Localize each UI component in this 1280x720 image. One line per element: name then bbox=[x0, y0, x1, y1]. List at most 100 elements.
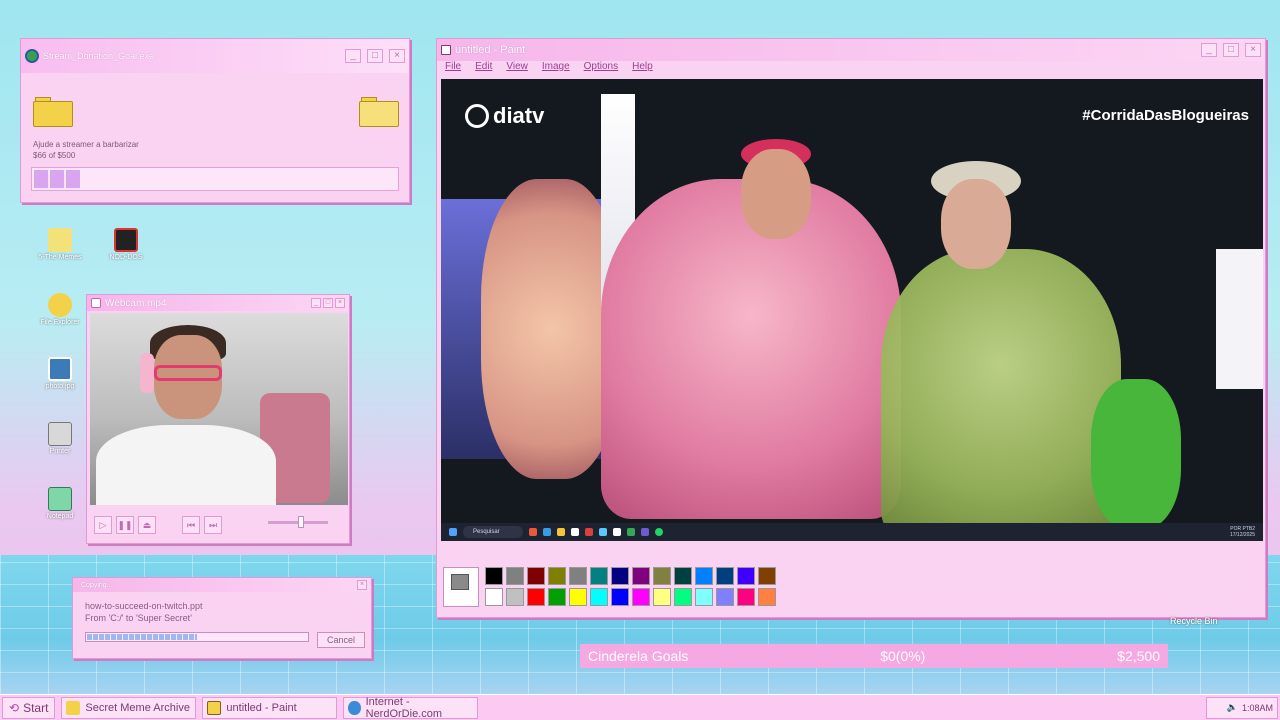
menu-view[interactable]: View bbox=[506, 61, 528, 77]
color-swatch[interactable] bbox=[632, 588, 650, 606]
close-button[interactable]: × bbox=[357, 580, 367, 590]
copy-titlebar[interactable]: Copying... × bbox=[73, 578, 371, 592]
goal-target: $2,500 bbox=[1117, 648, 1160, 664]
close-button[interactable]: × bbox=[335, 298, 345, 308]
maximize-button[interactable]: □ bbox=[367, 49, 383, 63]
webcam-titlebar[interactable]: Webcam.mp4 _ □ × bbox=[87, 295, 349, 311]
color-swatch[interactable] bbox=[653, 588, 671, 606]
color-swatch[interactable] bbox=[695, 567, 713, 585]
color-swatch[interactable] bbox=[758, 588, 776, 606]
color-swatch[interactable] bbox=[611, 588, 629, 606]
globe-icon bbox=[348, 700, 361, 715]
copy-file-name: how-to-succeed-on-twitch.ppt bbox=[85, 601, 203, 611]
donation-progress-fill bbox=[34, 170, 82, 188]
current-color-box[interactable] bbox=[443, 567, 479, 607]
maximize-button[interactable]: □ bbox=[1223, 43, 1239, 57]
app-icon bbox=[529, 528, 537, 536]
app-icon bbox=[543, 528, 551, 536]
color-swatch[interactable] bbox=[716, 588, 734, 606]
next-button[interactable]: ⏭ bbox=[204, 516, 222, 534]
window-title: Webcam.mp4 bbox=[105, 297, 167, 309]
minimize-button[interactable]: _ bbox=[345, 49, 361, 63]
color-swatch[interactable] bbox=[527, 567, 545, 585]
menu-image[interactable]: Image bbox=[542, 61, 570, 77]
menu-file[interactable]: File bbox=[445, 61, 461, 77]
recycle-bin-label[interactable]: Recycle Bin bbox=[1170, 616, 1218, 626]
menu-edit[interactable]: Edit bbox=[475, 61, 492, 77]
goals-bar: Cinderela Goals $0(0%) $2,500 bbox=[580, 644, 1168, 668]
app-icon bbox=[627, 528, 635, 536]
app-icon bbox=[613, 528, 621, 536]
play-button[interactable]: ▷ bbox=[94, 516, 112, 534]
copy-info: how-to-succeed-on-twitch.ppt From 'C:/' … bbox=[85, 600, 203, 624]
taskbar-item-internet[interactable]: Internet - NerdOrDie.com bbox=[343, 696, 479, 720]
color-swatch[interactable] bbox=[737, 588, 755, 606]
slider-knob[interactable] bbox=[298, 516, 304, 528]
color-swatch[interactable] bbox=[737, 567, 755, 585]
picture-icon bbox=[48, 357, 72, 381]
donation-amount: $66 of $500 bbox=[33, 151, 76, 160]
system-tray: 🔈 1:08AM bbox=[1206, 696, 1278, 719]
menu-help[interactable]: Help bbox=[632, 61, 653, 77]
menu-options[interactable]: Options bbox=[584, 61, 618, 77]
color-swatch[interactable] bbox=[695, 588, 713, 606]
eject-button[interactable]: ⏏ bbox=[138, 516, 156, 534]
window-title: untitled - Paint bbox=[455, 44, 526, 56]
start-button[interactable]: ⟲ Start bbox=[2, 696, 56, 719]
minimize-button[interactable]: _ bbox=[1201, 43, 1217, 57]
color-swatch[interactable] bbox=[485, 567, 503, 585]
color-swatch[interactable] bbox=[506, 588, 524, 606]
taskbar: ⟲ Start Secret Meme Archive untitled - P… bbox=[0, 694, 1280, 720]
desktop-icon-memes[interactable]: 5-The Memes bbox=[30, 228, 90, 261]
color-swatch[interactable] bbox=[548, 588, 566, 606]
color-swatch[interactable] bbox=[611, 567, 629, 585]
speaker-icon[interactable]: 🔈 bbox=[1227, 702, 1238, 713]
maximize-button[interactable]: □ bbox=[323, 298, 333, 308]
pause-button[interactable]: ❚❚ bbox=[116, 516, 134, 534]
desktop-icon-file-explorer[interactable]: File Explorer bbox=[30, 293, 90, 326]
start-icon: ⟲ bbox=[9, 700, 20, 715]
desktop-icon-photo[interactable]: photo.jpg bbox=[30, 357, 90, 390]
closed-folder-icon bbox=[33, 97, 73, 127]
copy-dialog: Copying... × how-to-succeed-on-twitch.pp… bbox=[72, 577, 372, 659]
color-swatch[interactable] bbox=[653, 567, 671, 585]
donation-titlebar[interactable]: Stream_Donation_Goal.exe _ □ × bbox=[21, 39, 409, 73]
color-swatch[interactable] bbox=[590, 588, 608, 606]
color-swatch[interactable] bbox=[548, 567, 566, 585]
color-swatch[interactable] bbox=[716, 567, 734, 585]
color-palette bbox=[443, 567, 776, 607]
diatv-logo: diatv bbox=[465, 103, 544, 129]
paint-window: untitled - Paint _ □ × File Edit View Im… bbox=[436, 38, 1266, 618]
color-swatch[interactable] bbox=[506, 567, 524, 585]
volume-slider[interactable] bbox=[268, 516, 328, 528]
color-swatch[interactable] bbox=[632, 567, 650, 585]
minimize-button[interactable]: _ bbox=[311, 298, 321, 308]
close-button[interactable]: × bbox=[389, 49, 405, 63]
cancel-button[interactable]: Cancel bbox=[317, 632, 365, 648]
printer-icon bbox=[48, 422, 72, 446]
color-swatch[interactable] bbox=[590, 567, 608, 585]
globe-icon bbox=[25, 49, 39, 63]
previous-button[interactable]: ⏮ bbox=[182, 516, 200, 534]
color-swatch[interactable] bbox=[569, 567, 587, 585]
paint-titlebar[interactable]: untitled - Paint _ □ × bbox=[437, 39, 1265, 61]
color-swatch[interactable] bbox=[527, 588, 545, 606]
color-swatch[interactable] bbox=[674, 588, 692, 606]
color-swatch[interactable] bbox=[758, 567, 776, 585]
taskbar-item-paint[interactable]: untitled - Paint bbox=[202, 696, 338, 719]
embedded-search-box: Pesquisar bbox=[463, 526, 523, 538]
desktop-icon-notepad[interactable]: Notepad bbox=[30, 487, 90, 520]
close-button[interactable]: × bbox=[1245, 43, 1261, 57]
embedded-windows-taskbar: Pesquisar POR PTB2 17/12/2025 bbox=[441, 523, 1263, 541]
taskbar-item-meme-archive[interactable]: Secret Meme Archive bbox=[61, 696, 197, 719]
media-controls: ▷ ❚❚ ⏏ ⏮ ⏭ bbox=[90, 511, 348, 539]
folder-icon bbox=[66, 700, 81, 715]
paint-icon bbox=[441, 45, 451, 55]
goal-current: $0(0%) bbox=[880, 648, 926, 664]
color-swatch[interactable] bbox=[569, 588, 587, 606]
color-swatch[interactable] bbox=[485, 588, 503, 606]
paint-canvas[interactable]: diatv #CorridaDasBlogueiras Pesquisar PO… bbox=[441, 79, 1263, 541]
desktop-icon-printer[interactable]: Printer bbox=[30, 422, 90, 455]
desktop-icon-nod-dos[interactable]: NOD-DOS bbox=[96, 228, 156, 261]
color-swatch[interactable] bbox=[674, 567, 692, 585]
